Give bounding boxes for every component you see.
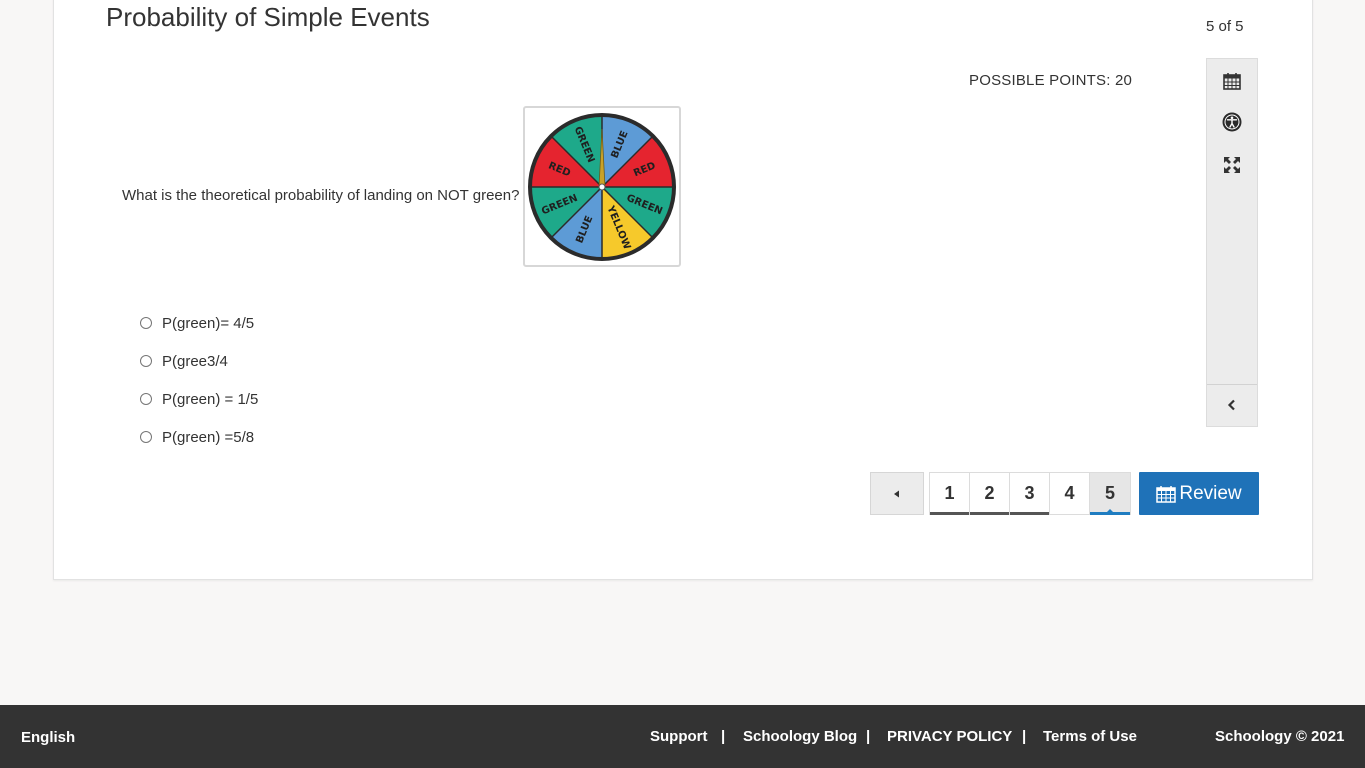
page-numbers: 1 2 3 4 5 — [929, 472, 1131, 515]
footer-separator: | — [721, 728, 726, 745]
site-footer: English Support | Schoology Blog | PRIVA… — [0, 705, 1365, 768]
footer-link-terms[interactable]: Terms of Use — [1043, 728, 1137, 745]
radio-button[interactable] — [140, 317, 152, 329]
answer-choice-3[interactable]: P(green) = 1/5 — [140, 380, 258, 418]
toolbar-divider — [1207, 384, 1257, 385]
possible-points: POSSIBLE POINTS: 20 — [969, 72, 1133, 89]
radio-button[interactable] — [140, 393, 152, 405]
page-number: 3 — [1024, 483, 1035, 503]
previous-question-button[interactable] — [870, 472, 924, 515]
answer-choice-4[interactable]: P(green) =5/8 — [140, 418, 258, 456]
question-text: What is the theoretical probability of l… — [122, 187, 520, 204]
page-number: 4 — [1064, 483, 1075, 503]
accessibility-icon[interactable] — [1207, 107, 1257, 137]
radio-button[interactable] — [140, 431, 152, 443]
copyright: Schoology © 2021 — [1215, 728, 1345, 745]
calendar-icon[interactable] — [1207, 66, 1257, 96]
page-button-1[interactable]: 1 — [930, 473, 970, 515]
current-page-caret — [1106, 509, 1114, 513]
spinner-graphic: GREEN BLUE RED GREEN YELLOW BLUE GREEN R… — [528, 113, 676, 261]
page-number: 2 — [984, 483, 995, 503]
answered-indicator — [1010, 512, 1049, 515]
answer-choice-label: P(green) =5/8 — [162, 428, 255, 446]
tool-sidebar — [1206, 58, 1258, 427]
answer-choice-label: P(green) = 1/5 — [162, 390, 259, 408]
page-button-2[interactable]: 2 — [970, 473, 1010, 515]
answer-choice-label: P(gree3/4 — [162, 352, 228, 370]
footer-separator: | — [866, 728, 871, 745]
question-counter: 5 of 5 — [1206, 18, 1244, 35]
review-button-label: Review — [1179, 482, 1242, 504]
radio-button[interactable] — [140, 355, 152, 367]
answer-choice-1[interactable]: P(green)= 4/5 — [140, 304, 258, 342]
page-button-4[interactable]: 4 — [1050, 473, 1090, 514]
page-number: 5 — [1104, 483, 1115, 503]
fullscreen-icon[interactable] — [1207, 150, 1257, 180]
footer-separator: | — [1022, 728, 1027, 745]
footer-link-support[interactable]: Support — [650, 728, 708, 745]
answered-indicator — [970, 512, 1009, 515]
answer-choice-2[interactable]: P(gree3/4 — [140, 342, 258, 380]
language-selector[interactable]: English — [21, 729, 75, 746]
page-number: 1 — [944, 483, 955, 503]
spinner-image: GREEN BLUE RED GREEN YELLOW BLUE GREEN R… — [523, 106, 681, 267]
answer-choices: P(green)= 4/5 P(gree3/4 P(green) = 1/5 P… — [140, 304, 258, 456]
page-button-3[interactable]: 3 — [1010, 473, 1050, 515]
page-title: Probability of Simple Events — [106, 2, 430, 32]
answered-indicator — [930, 512, 969, 515]
page-button-5[interactable]: 5 — [1090, 473, 1130, 515]
chevron-left-icon[interactable] — [1207, 390, 1257, 420]
footer-link-privacy[interactable]: PRIVACY POLICY — [887, 728, 1012, 745]
triangle-left-icon — [894, 490, 899, 497]
calendar-icon — [1156, 485, 1177, 503]
review-button[interactable]: Review — [1139, 472, 1259, 515]
answer-choice-label: P(green)= 4/5 — [162, 314, 255, 332]
footer-link-blog[interactable]: Schoology Blog — [743, 728, 857, 745]
